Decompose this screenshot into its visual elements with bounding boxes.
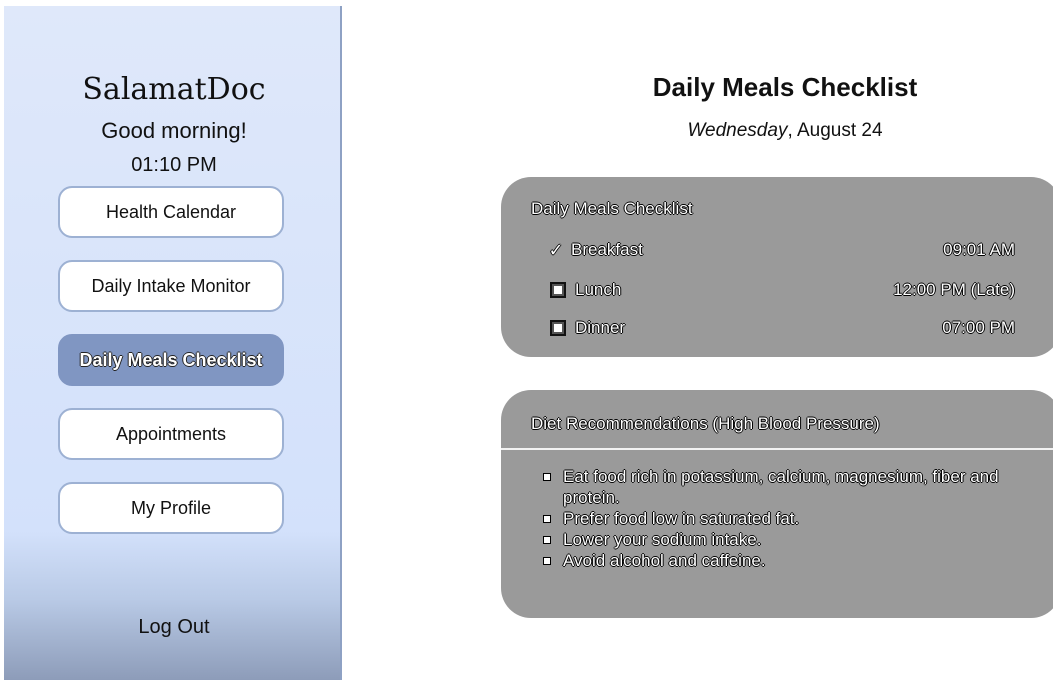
meal-left-dinner: Dinner [547,318,625,338]
list-item-text: Lower your sodium intake. [563,530,762,549]
list-item: Prefer food low in saturated fat. [541,508,1023,529]
brand-logo: SalamatDoc [82,72,266,107]
meal-left-lunch: Lunch [547,280,621,300]
meal-row-breakfast[interactable]: ✓ Breakfast 09:01 AM [547,239,1015,261]
app-root: SalamatDoc Good morning! 01:10 PM Health… [0,0,1053,680]
page-title: Daily Meals Checklist [652,72,918,102]
meal-name: Breakfast [571,240,643,259]
list-item-text: Eat food rich in potassium, calcium, mag… [563,467,999,507]
nav-health-calendar[interactable]: Health Calendar [58,186,284,238]
current-time: 01:10 PM [131,154,217,176]
sidebar: SalamatDoc Good morning! 01:10 PM Health… [4,6,342,680]
logout-button[interactable]: Log Out [4,616,344,639]
checkbox-icon[interactable] [550,320,566,336]
bullet-icon [543,536,551,544]
page-date-day: Wednesday [687,120,788,141]
nav-daily-meals-checklist[interactable]: Daily Meals Checklist [58,334,284,386]
greeting-text: Good morning! [101,118,247,143]
list-item: Eat food rich in potassium, calcium, mag… [541,466,1023,508]
checklist-title: Daily Meals Checklist [531,199,693,218]
check-icon[interactable]: ✓ [547,240,565,261]
diet-title: Diet Recommendations (High Blood Pressur… [531,414,880,433]
divider [501,448,1053,450]
nav-my-profile[interactable]: My Profile [58,482,284,534]
diet-recommendations-card: Diet Recommendations (High Blood Pressur… [501,390,1053,618]
list-item: Lower your sodium intake. [541,529,1023,550]
list-item-text: Avoid alcohol and caffeine. [563,551,766,570]
meal-left-breakfast: ✓ Breakfast [547,240,643,261]
meal-name: Dinner [575,318,626,337]
bullet-icon [543,473,551,481]
meal-name: Lunch [575,280,622,299]
bullet-icon [543,557,551,565]
meals-checklist-card: Daily Meals Checklist ✓ Breakfast 09:01 … [501,177,1053,357]
meal-time: 12:00 PM (Late) [893,280,1015,299]
meal-time: 07:00 PM [942,318,1015,337]
checkbox-icon[interactable] [550,282,566,298]
nav-appointments[interactable]: Appointments [58,408,284,460]
meal-time: 09:01 AM [943,240,1015,259]
page-date: Wednesday, August 24 [500,120,1053,142]
diet-list: Eat food rich in potassium, calcium, mag… [541,466,1023,571]
bullet-icon [543,515,551,523]
meal-row-lunch[interactable]: Lunch 12:00 PM (Late) [547,279,1015,301]
page-date-rest: , August 24 [787,120,883,141]
list-item-text: Prefer food low in saturated fat. [563,509,800,528]
list-item: Avoid alcohol and caffeine. [541,550,1023,571]
nav-daily-intake-monitor[interactable]: Daily Intake Monitor [58,260,284,312]
meal-row-dinner[interactable]: Dinner 07:00 PM [547,317,1015,339]
